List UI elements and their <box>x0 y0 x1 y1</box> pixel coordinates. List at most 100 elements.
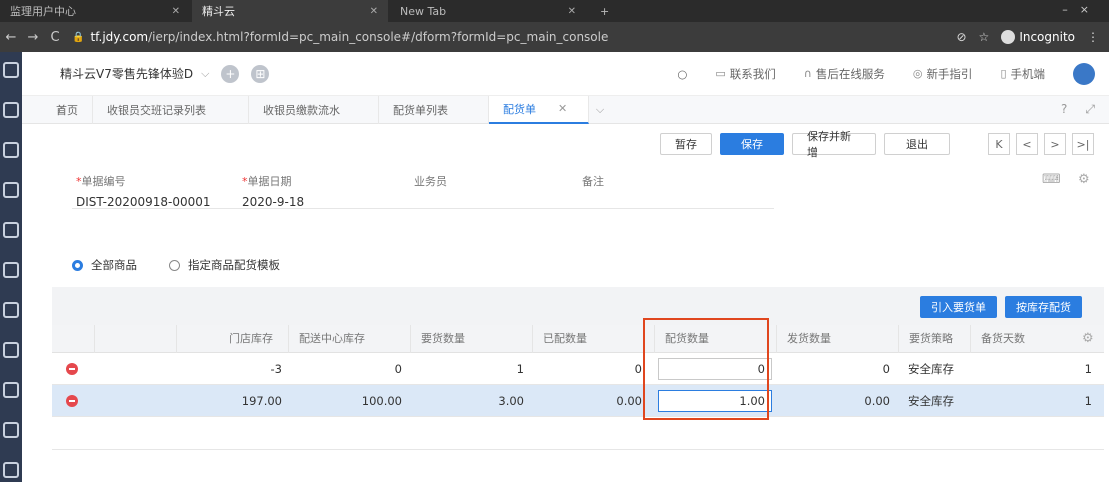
nav-money-icon[interactable] <box>3 342 19 358</box>
column-header[interactable]: 发货数量 <box>776 325 898 353</box>
avatar[interactable] <box>1073 62 1095 85</box>
exit-button[interactable]: 退出 <box>884 133 950 155</box>
nav-app-icon[interactable] <box>3 62 19 78</box>
url-path: /ierp/index.html?formId=pc_main_console#… <box>148 30 609 44</box>
tab-label: 监理用户中心 <box>10 5 76 18</box>
row-divider <box>52 449 1104 450</box>
save-button[interactable]: 保存 <box>720 133 784 155</box>
column-header[interactable]: 要货数量 <box>410 325 532 353</box>
save-and-new-button[interactable]: 保存并新增 <box>792 130 876 159</box>
guide-link[interactable]: ◎ 新手指引 <box>913 66 973 82</box>
column-header[interactable]: 门店库存 <box>176 325 288 353</box>
column-header[interactable]: 已配数量 <box>532 325 654 353</box>
column-header[interactable]: 备货天数 <box>970 325 1074 353</box>
star-icon[interactable]: ☆ <box>979 30 990 44</box>
store-stock-cell: 197.00 <box>241 394 282 408</box>
req-qty-cell: 3.00 <box>498 394 524 408</box>
help-icon[interactable]: ? <box>1061 102 1067 117</box>
close-icon[interactable]: ✕ <box>568 6 576 17</box>
radio-unchecked-icon <box>169 259 180 271</box>
doc-no-field[interactable]: *单据编号 DIST-20200918-00001 <box>76 173 211 209</box>
nav-yen-icon[interactable] <box>3 382 19 398</box>
search-icon[interactable]: ○ <box>677 67 687 81</box>
nav-store-icon[interactable] <box>3 262 19 278</box>
days-cell: 1 <box>1084 362 1092 376</box>
dc-stock-cell: 0 <box>394 362 402 376</box>
doc-date-field[interactable]: *单据日期 2020-9-18 <box>242 173 304 209</box>
nav-home-icon[interactable] <box>3 302 19 318</box>
tab-cashier-payment[interactable]: 收银员缴款流水 <box>249 95 379 124</box>
url-field[interactable]: 🔒 tf.jdy.com /ierp/index.html?formId=pc_… <box>72 30 608 44</box>
tab-distribution-list[interactable]: 配货单列表 <box>379 95 489 124</box>
fullscreen-icon[interactable]: ⤢ <box>1085 102 1095 117</box>
delete-row-icon[interactable] <box>66 363 78 375</box>
add-icon[interactable]: + <box>221 64 240 83</box>
ship-qty-cell: 0.00 <box>864 394 890 408</box>
chevron-down-icon[interactable]: ⌵ <box>201 67 209 81</box>
incognito-badge[interactable]: Incognito <box>1001 30 1075 44</box>
detail-grid: 门店库存 配送中心库存 要货数量 已配数量 配货数量 发货数量 要货策略 备货天… <box>52 325 1104 482</box>
tab-cashier-shift[interactable]: 收银员交班记录列表 <box>93 95 249 124</box>
column-header[interactable]: 要货策略 <box>898 325 970 353</box>
apps-grid-icon[interactable]: ⊞ <box>251 64 270 83</box>
menu-icon[interactable]: ⋮ <box>1087 30 1099 44</box>
radio-all-products[interactable]: 全部商品 <box>72 257 137 273</box>
close-icon[interactable]: ✕ <box>558 102 567 115</box>
mobile-link[interactable]: ▯ 手机端 <box>1000 66 1045 82</box>
tab-distribution-order[interactable]: 配货单 ✕ <box>489 95 589 124</box>
left-nav-rail <box>0 52 22 482</box>
close-icon[interactable]: ✕ <box>172 6 180 17</box>
keyboard-icon[interactable]: ⌨ <box>1042 172 1061 187</box>
save-draft-button[interactable]: 暂存 <box>660 133 712 155</box>
nav-tag-icon[interactable] <box>3 182 19 198</box>
prev-record-button[interactable]: < <box>1016 133 1038 155</box>
close-icon[interactable]: ✕ <box>370 6 378 17</box>
nav-chart-icon[interactable] <box>3 222 19 238</box>
new-tab-button[interactable]: + <box>590 0 614 22</box>
record-pager: K < > >| <box>988 133 1094 155</box>
window-controls[interactable]: –× <box>1062 3 1101 16</box>
delete-row-icon[interactable] <box>66 395 78 407</box>
last-record-button[interactable]: >| <box>1072 133 1094 155</box>
nav-layers-icon[interactable] <box>3 462 19 478</box>
remark-field[interactable]: 备注 <box>582 173 604 195</box>
first-record-button[interactable]: K <box>988 133 1010 155</box>
form-divider <box>72 208 774 209</box>
column-settings-icon[interactable]: ⚙ <box>1082 331 1094 346</box>
browser-tabstrip: 监理用户中心 ✕ 精斗云 ✕ New Tab ✕ + –× <box>0 0 1109 22</box>
table-row-selected[interactable]: 197.00 100.00 3.00 0.00 1.00 0.00 安全库存 1 <box>52 385 1104 417</box>
gear-icon[interactable]: ⚙ <box>1078 172 1090 187</box>
address-bar-row: ← → C 🔒 tf.jdy.com /ierp/index.html?form… <box>0 22 1109 52</box>
message-icon: ▭ <box>715 67 726 80</box>
table-row[interactable]: -3 0 1 0 0 0 安全库存 1 <box>52 353 1104 385</box>
browser-tab-active[interactable]: 精斗云 ✕ <box>192 0 388 22</box>
remark-label: 备注 <box>582 175 604 188</box>
url-host: tf.jdy.com <box>90 30 149 44</box>
reload-icon[interactable]: C <box>44 30 66 45</box>
column-header[interactable]: 配送中心库存 <box>288 325 410 353</box>
allocated-cell: 0.00 <box>616 394 642 408</box>
back-icon[interactable]: ← <box>0 30 22 45</box>
doc-date-value: 2020-9-18 <box>242 195 305 209</box>
salesman-field[interactable]: 业务员 <box>414 173 447 195</box>
contact-us-link[interactable]: ▭ 联系我们 <box>715 66 775 82</box>
app-name[interactable]: 精斗云V7零售先锋体验D <box>60 65 193 82</box>
forward-icon[interactable]: → <box>22 30 44 45</box>
chevron-down-icon[interactable]: ⌵ <box>589 103 611 117</box>
tab-label: New Tab <box>400 4 447 18</box>
browser-tab[interactable]: New Tab ✕ <box>390 0 586 22</box>
online-service-link[interactable]: ∩ 售后在线服务 <box>804 66 885 82</box>
nav-cart-icon[interactable] <box>3 142 19 158</box>
eye-off-icon[interactable]: ⊘ <box>956 30 966 44</box>
next-record-button[interactable]: > <box>1044 133 1066 155</box>
column-header-blank <box>94 325 176 353</box>
radio-template-products[interactable]: 指定商品配货模板 <box>169 257 280 273</box>
incognito-icon <box>1001 30 1016 44</box>
doc-no-label: 单据编号 <box>81 175 126 188</box>
compass-icon: ◎ <box>912 67 923 80</box>
browser-tab[interactable]: 监理用户中心 ✕ <box>0 0 190 22</box>
nav-document-icon[interactable] <box>3 102 19 118</box>
allocate-by-stock-button[interactable]: 按库存配货 <box>1005 296 1082 318</box>
import-requisition-button[interactable]: 引入要货单 <box>920 296 997 318</box>
nav-voucher-icon[interactable] <box>3 422 19 438</box>
